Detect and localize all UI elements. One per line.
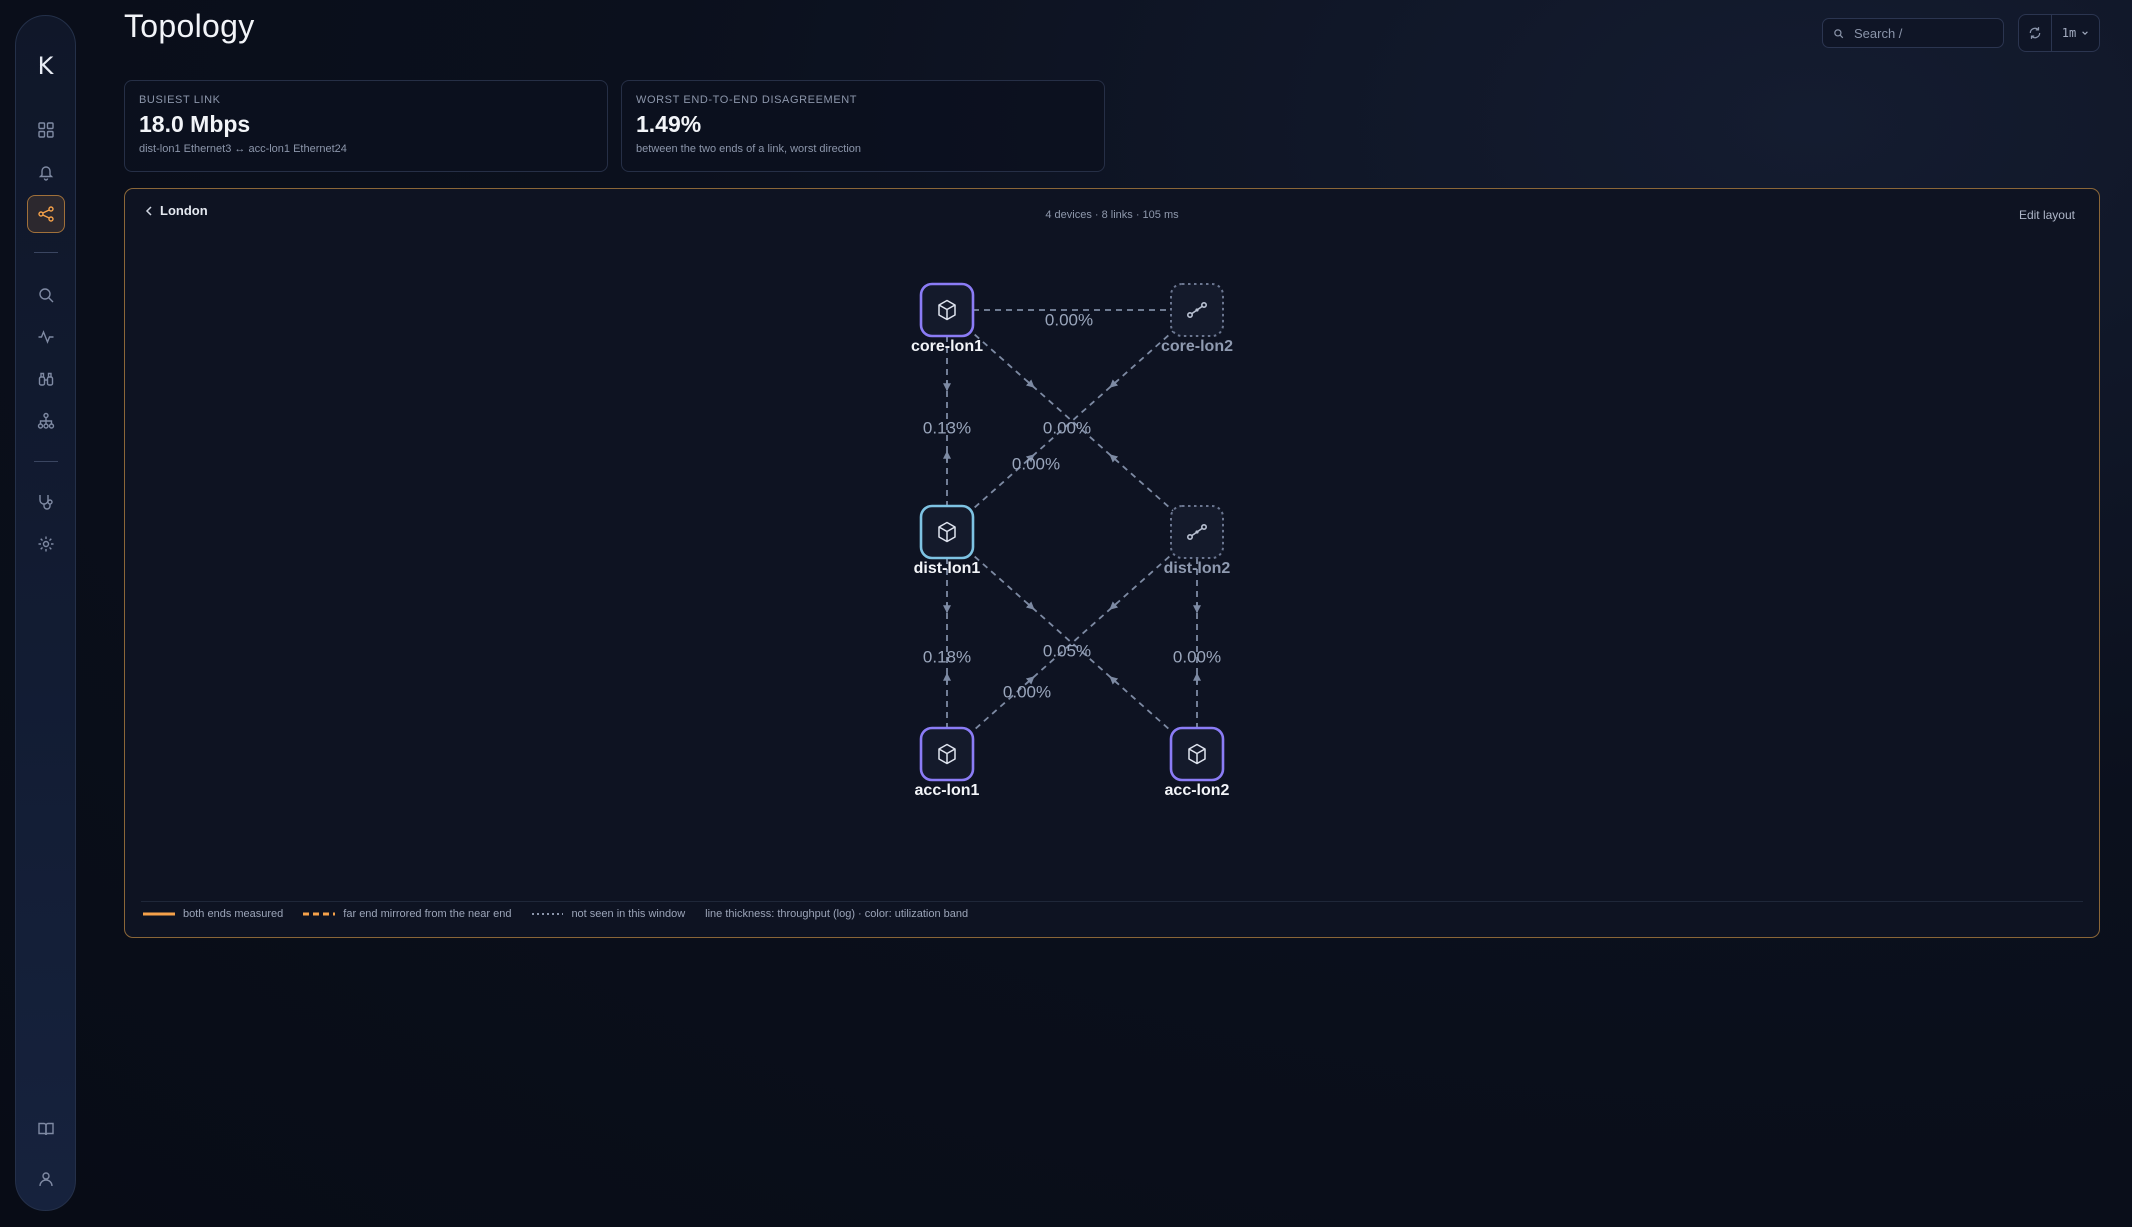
device-node[interactable]: core-lon1 (911, 282, 983, 355)
sidebar-item-hierarchy[interactable] (27, 402, 65, 440)
refresh-interval-value: 1m (2061, 26, 2077, 40)
device-node[interactable]: core-lon2 (1161, 283, 1233, 355)
refresh-icon (2029, 27, 2041, 39)
sidebar-item-topology[interactable] (27, 195, 65, 233)
search-input[interactable] (1852, 24, 1996, 42)
user-icon (39, 1172, 53, 1187)
sitemap-icon (37, 412, 55, 429)
link-arrow (1109, 379, 1119, 388)
sidebar-item-docs[interactable] (27, 1110, 65, 1148)
sidebar-item-health[interactable] (27, 483, 65, 521)
topology-panel: 0.00% 0.13% 0.00% 0.00% 0.18% 0.05% 0.00% 0.00%… (124, 188, 2100, 938)
bell-icon (38, 166, 54, 181)
device-node[interactable]: dist-lon1 (914, 504, 981, 577)
gear-icon (38, 536, 54, 552)
legend-item-mirrored: far end mirrored from the near end (303, 908, 511, 920)
grid-icon (38, 122, 54, 138)
link-arrow (1025, 379, 1035, 388)
link-disagreement-label: 0.00% (1043, 418, 1091, 437)
sidebar-divider (34, 252, 58, 253)
topology-summary: 4 devices · 8 links · 105 ms (1045, 209, 1179, 221)
stat-label: WORST END-TO-END DISAGREEMENT (636, 94, 858, 106)
solid-line-swatch (143, 912, 175, 916)
legend-item-both: both ends measured (143, 908, 283, 920)
link-arrow (1025, 601, 1035, 610)
link-arrow (1109, 454, 1119, 463)
link-disagreement-label: 0.13% (923, 418, 971, 437)
refresh-control: 1m (2018, 14, 2100, 52)
node-label: dist-lon2 (1164, 560, 1231, 577)
page-title: Topology (124, 8, 255, 44)
sidebar-item-metrics[interactable] (27, 318, 65, 356)
sidebar: K (15, 15, 76, 1211)
stat-label: BUSIEST LINK (139, 94, 221, 106)
legend-item-unseen: not seen in this window (531, 908, 685, 920)
node-label: dist-lon1 (914, 560, 981, 577)
activity-icon (38, 330, 54, 344)
refresh-button[interactable] (2019, 15, 2052, 51)
node-label: acc-lon1 (915, 782, 980, 799)
legend-label: both ends measured (183, 908, 284, 920)
topology-graph[interactable]: 0.00% 0.13% 0.00% 0.00% 0.18% 0.05% 0.00% 0.00%… (125, 189, 2101, 894)
sidebar-divider (34, 461, 58, 462)
stat-card-busiest-link: BUSIEST LINK 18.0 Mbps dist-lon1 Etherne… (124, 80, 608, 172)
link-disagreement-label: 0.05% (1043, 641, 1091, 660)
stethoscope-icon (39, 495, 53, 510)
search-box[interactable] (1822, 18, 2004, 48)
sidebar-item-settings[interactable] (27, 525, 65, 563)
node-label: core-lon1 (911, 338, 983, 355)
logo[interactable]: K (38, 52, 54, 80)
legend-label: line thickness: throughput (log) · color… (705, 908, 969, 920)
share-nodes-icon (38, 206, 54, 222)
legend-label: far end mirrored from the near end (343, 908, 512, 920)
stat-value: 18.0 Mbps (139, 111, 251, 137)
sidebar-item-dashboard[interactable] (27, 111, 65, 149)
dotted-line-swatch (532, 913, 564, 915)
legend-divider (141, 901, 2083, 902)
search-icon (39, 288, 54, 303)
link-disagreement-label: 0.00% (1012, 454, 1060, 473)
edit-layout-button[interactable]: Edit layout (2019, 208, 2075, 222)
link-disagreement-label: 0.00% (1045, 310, 1093, 329)
legend-label: not seen in this window (571, 908, 686, 920)
sidebar-item-search[interactable] (27, 276, 65, 314)
legend: both ends measured far end mirrored from… (143, 908, 988, 920)
stat-sub: dist-lon1 Ethernet3 ↔ acc-lon1 Ethernet2… (139, 143, 347, 155)
stat-card-worst-disagreement: WORST END-TO-END DISAGREEMENT 1.49% betw… (621, 80, 1105, 172)
link-disagreement-label: 0.18% (923, 647, 971, 666)
sidebar-item-alerts[interactable] (27, 153, 65, 191)
stat-sub: between the two ends of a link, worst di… (636, 143, 862, 155)
link-arrow (1109, 601, 1119, 610)
legend-note: line thickness: throughput (log) · color… (705, 908, 968, 920)
book-icon (38, 1122, 54, 1136)
link-disagreement-label: 0.00% (1173, 647, 1221, 666)
stat-value: 1.49% (636, 111, 702, 137)
link-disagreement-label: 0.00% (1003, 682, 1051, 701)
link-arrow (1109, 676, 1119, 685)
device-node[interactable]: dist-lon2 (1164, 505, 1231, 577)
node-label: acc-lon2 (1165, 782, 1230, 799)
binoculars-icon (38, 372, 54, 386)
node-label: core-lon2 (1161, 338, 1233, 355)
sidebar-item-discovery[interactable] (27, 360, 65, 398)
search-icon (1834, 28, 1844, 38)
chevron-down-icon (2082, 31, 2089, 35)
refresh-interval-select[interactable]: 1m (2052, 26, 2099, 40)
sidebar-item-account[interactable] (27, 1160, 65, 1198)
dashed-line-swatch (303, 912, 336, 916)
device-node[interactable]: acc-lon1 (915, 726, 980, 799)
device-node[interactable]: acc-lon2 (1165, 726, 1230, 799)
